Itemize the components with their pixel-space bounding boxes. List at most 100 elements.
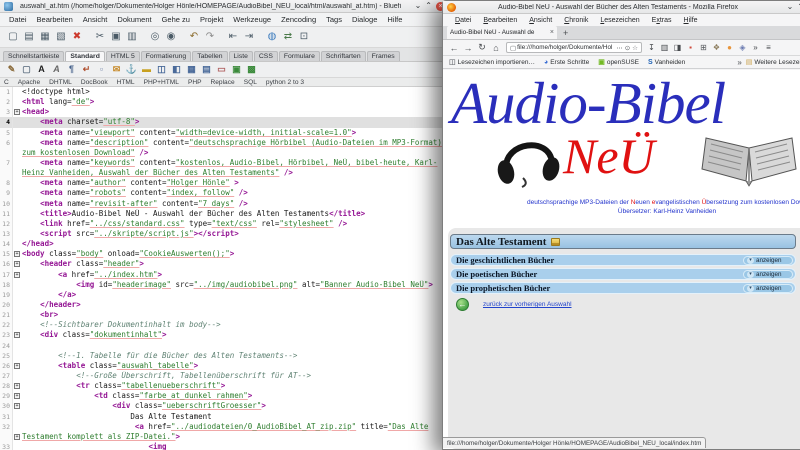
body-icon[interactable]: ▢ xyxy=(19,63,34,76)
new-tab-button[interactable]: + xyxy=(563,27,568,39)
back-link[interactable]: zurück zur vorherigen Auswahl xyxy=(483,301,572,308)
bookmarks-overflow-icon[interactable]: » xyxy=(737,58,741,67)
reload-icon[interactable]: ↻ xyxy=(475,42,489,53)
save-as-icon[interactable]: ▧ xyxy=(53,29,69,45)
quickbar-tab-frames[interactable]: Frames xyxy=(367,51,400,62)
undo-icon[interactable]: ↶ xyxy=(186,29,202,45)
snippet-tab-python-2-to-3[interactable]: python 2 to 3 xyxy=(266,79,304,86)
linebreak-icon[interactable]: ↵ xyxy=(79,63,94,76)
back-icon[interactable]: ← xyxy=(447,43,461,53)
fold-marker-icon[interactable]: + xyxy=(14,251,20,257)
sync-icon[interactable]: ⇄ xyxy=(280,29,296,45)
url-text[interactable]: file:///home/holger/Dokumente/Hol xyxy=(517,44,615,51)
fold-marker-icon[interactable]: + xyxy=(14,403,20,409)
bold-icon[interactable]: A xyxy=(34,63,49,76)
menu-icon[interactable]: ≡ xyxy=(762,43,775,52)
quickbar-tab-standard[interactable]: Standard xyxy=(65,51,104,62)
quickbar-tab-formulare[interactable]: Formulare xyxy=(279,51,320,62)
browser-tab[interactable]: Audio-Bibel NeÜ - Auswahl de × xyxy=(447,26,557,39)
sidebar-icon[interactable]: ◨ xyxy=(671,43,684,52)
snippet-tab-sql[interactable]: SQL xyxy=(244,79,257,86)
zip-download-icon[interactable] xyxy=(551,238,560,246)
bookmark-star-icon[interactable]: ☆ xyxy=(632,44,638,52)
paragraph-icon[interactable]: ¶ xyxy=(64,63,79,76)
comment-icon[interactable]: ▭ xyxy=(214,63,229,76)
menu-item-bearbeiten[interactable]: Bearbeiten xyxy=(32,15,78,24)
bookmark-opensuse[interactable]: ▣openSUSE xyxy=(598,58,639,66)
quickbar-tab-schnellstartleiste[interactable]: Schnellstartleiste xyxy=(3,51,64,62)
page-actions-icon[interactable]: ⋯ xyxy=(616,44,623,52)
save-icon[interactable]: ▦ xyxy=(37,29,53,45)
redo-icon[interactable]: ↷ xyxy=(202,29,218,45)
quickbar-tab-tabellen[interactable]: Tabellen xyxy=(192,51,227,62)
menu-item-werkzeuge[interactable]: Werkzeuge xyxy=(228,15,276,24)
devtools-icon[interactable]: ◈ xyxy=(736,43,749,52)
hrule-icon[interactable]: ▬ xyxy=(139,63,154,76)
menu-item-zencoding[interactable]: Zencoding xyxy=(276,15,321,24)
menu-item-hilfe[interactable]: Hilfe xyxy=(382,15,407,24)
menu-item-datei[interactable]: Datei xyxy=(449,17,477,24)
bookmark-erste-schritte[interactable]: ◕Erste Schritte xyxy=(544,59,589,66)
paste-icon[interactable]: ▥ xyxy=(124,29,140,45)
menu-item-dialoge[interactable]: Dialoge xyxy=(347,15,382,24)
anchor-icon[interactable]: ⚓ xyxy=(124,63,139,76)
find-icon[interactable]: ◎ xyxy=(147,29,163,45)
open-file-icon[interactable]: ▤ xyxy=(21,29,37,45)
tab-close-icon[interactable]: × xyxy=(550,29,554,36)
image-icon[interactable]: ▣ xyxy=(229,63,244,76)
quickbar-tab-html-5[interactable]: HTML 5 xyxy=(106,51,140,62)
anzeigen-button[interactable]: ▾anzeigen xyxy=(743,256,793,265)
fold-marker-icon[interactable]: + xyxy=(14,363,20,369)
bluefish-titlebar[interactable]: auswahl_at.htm (/home/holger/Dokumente/H… xyxy=(0,0,449,13)
menu-item-tags[interactable]: Tags xyxy=(321,15,347,24)
fold-marker-icon[interactable]: + xyxy=(14,109,20,115)
find-replace-icon[interactable]: ◉ xyxy=(163,29,179,45)
bookmark-weitere-lesezeichen[interactable]: ▤ Weitere Lesezeichen xyxy=(746,58,800,66)
frame-icon[interactable]: ◫ xyxy=(154,63,169,76)
indent-icon[interactable]: ⇥ xyxy=(241,29,257,45)
url-bar[interactable]: ▢ file:///home/holger/Dokumente/Hol ⋯ ⊙ … xyxy=(506,42,642,53)
snippet-tab-html[interactable]: HTML xyxy=(117,79,135,86)
maximize-button[interactable]: ⌃ xyxy=(425,1,432,11)
new-document-icon[interactable]: ▢ xyxy=(5,29,21,45)
snippet-tab-php-html[interactable]: PHP+HTML xyxy=(144,79,179,86)
cut-icon[interactable]: ✂ xyxy=(92,29,108,45)
unindent-icon[interactable]: ⇤ xyxy=(225,29,241,45)
menu-item-ansicht[interactable]: Ansicht xyxy=(78,15,113,24)
menu-item-extras[interactable]: Extras xyxy=(646,17,678,24)
quickstart-icon[interactable]: ✎ xyxy=(4,63,19,76)
preview-browser-icon[interactable]: ◍ xyxy=(264,29,280,45)
screenshot-extension-icon[interactable]: ▪ xyxy=(684,43,697,52)
menu-item-datei[interactable]: Datei xyxy=(4,15,32,24)
close-document-icon[interactable]: ✖ xyxy=(69,29,85,45)
anzeigen-button[interactable]: ▾anzeigen xyxy=(743,270,793,279)
home-icon[interactable]: ⌂ xyxy=(489,43,503,53)
firefox-titlebar[interactable]: Audio-Bibel NeÜ - Auswahl der Bücher des… xyxy=(443,1,800,14)
copy-icon[interactable]: ▣ xyxy=(108,29,124,45)
menu-item-bearbeiten[interactable]: Bearbeiten xyxy=(477,17,523,24)
download-icon[interactable]: ↧ xyxy=(645,43,658,52)
snippet-tab-docbook[interactable]: DocBook xyxy=(81,79,108,86)
table-icon[interactable]: ▦ xyxy=(184,63,199,76)
minimize-button[interactable]: ⌄ xyxy=(787,2,794,12)
menu-item-gehe-zu[interactable]: Gehe zu xyxy=(157,15,195,24)
snippet-tab-php[interactable]: PHP xyxy=(188,79,202,86)
fold-marker-icon[interactable]: + xyxy=(14,434,20,440)
nbsp-icon[interactable]: ▫ xyxy=(94,63,109,76)
italic-icon[interactable]: A xyxy=(49,63,64,76)
ublock-icon[interactable]: ● xyxy=(723,43,736,52)
bookmark-vanheiden[interactable]: SVanheiden xyxy=(648,59,685,66)
quickbar-tab-css[interactable]: CSS xyxy=(254,51,278,62)
extension-icon[interactable]: ❖ xyxy=(710,43,723,52)
pocket-icon[interactable]: ⊙ xyxy=(625,44,630,52)
fold-marker-icon[interactable]: + xyxy=(14,261,20,267)
fold-marker-icon[interactable]: + xyxy=(14,332,20,338)
menu-item-ansicht[interactable]: Ansicht xyxy=(523,17,558,24)
menu-item-hilfe[interactable]: Hilfe xyxy=(678,17,704,24)
quickbar-tab-schriftarten[interactable]: Schriftarten xyxy=(321,51,366,62)
snippet-tab-replace[interactable]: Replace xyxy=(211,79,235,86)
snippet-tab-apache[interactable]: Apache xyxy=(18,79,40,86)
snippet-tab-c[interactable]: C xyxy=(4,79,9,86)
menu-item-chronik[interactable]: Chronik xyxy=(558,17,594,24)
menu-item-lesezeichen[interactable]: Lesezeichen xyxy=(594,17,645,24)
